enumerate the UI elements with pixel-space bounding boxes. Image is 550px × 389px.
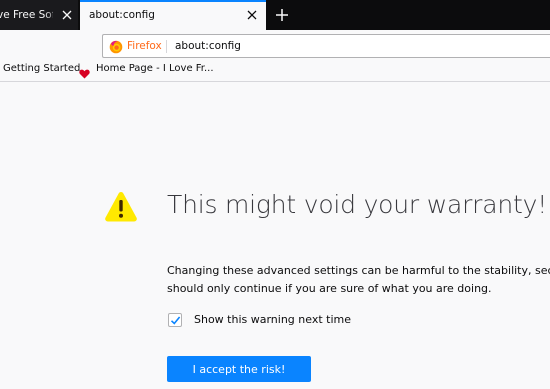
show-warning-label[interactable]: Show this warning next time <box>194 313 351 326</box>
warning-description: Changing these advanced settings can be … <box>167 262 550 298</box>
warning-line-2: should only continue if you are sure of … <box>167 282 492 295</box>
warning-line-1: Changing these advanced settings can be … <box>167 264 550 277</box>
url-text[interactable]: about:config <box>175 40 241 52</box>
heart-icon <box>79 64 90 79</box>
url-bar[interactable]: Firefox about:config <box>102 34 550 58</box>
tab-strip: ve Free Softw about:config <box>0 0 550 30</box>
close-icon[interactable] <box>61 9 73 21</box>
tab-background[interactable]: ve Free Softw <box>0 0 78 30</box>
warning-icon <box>104 190 138 223</box>
show-warning-checkbox[interactable] <box>168 313 182 327</box>
accept-risk-button[interactable]: I accept the risk! <box>167 356 311 382</box>
page-title: This might void your warranty! <box>167 190 548 219</box>
new-tab-button[interactable] <box>275 7 289 21</box>
url-separator <box>166 40 167 53</box>
bookmarks-toolbar: Getting Started Home Page - I Love Fr... <box>0 59 550 82</box>
identity-label[interactable]: Firefox <box>127 40 162 52</box>
bookmark-home-page[interactable]: Home Page - I Love Fr... <box>96 63 214 74</box>
bookmark-getting-started[interactable]: Getting Started <box>3 63 80 74</box>
tab-title: about:config <box>89 9 155 21</box>
firefox-icon <box>109 39 123 54</box>
close-icon[interactable] <box>246 9 258 21</box>
tab-active[interactable]: about:config <box>80 0 266 30</box>
nav-bar: Firefox about:config <box>0 30 550 59</box>
